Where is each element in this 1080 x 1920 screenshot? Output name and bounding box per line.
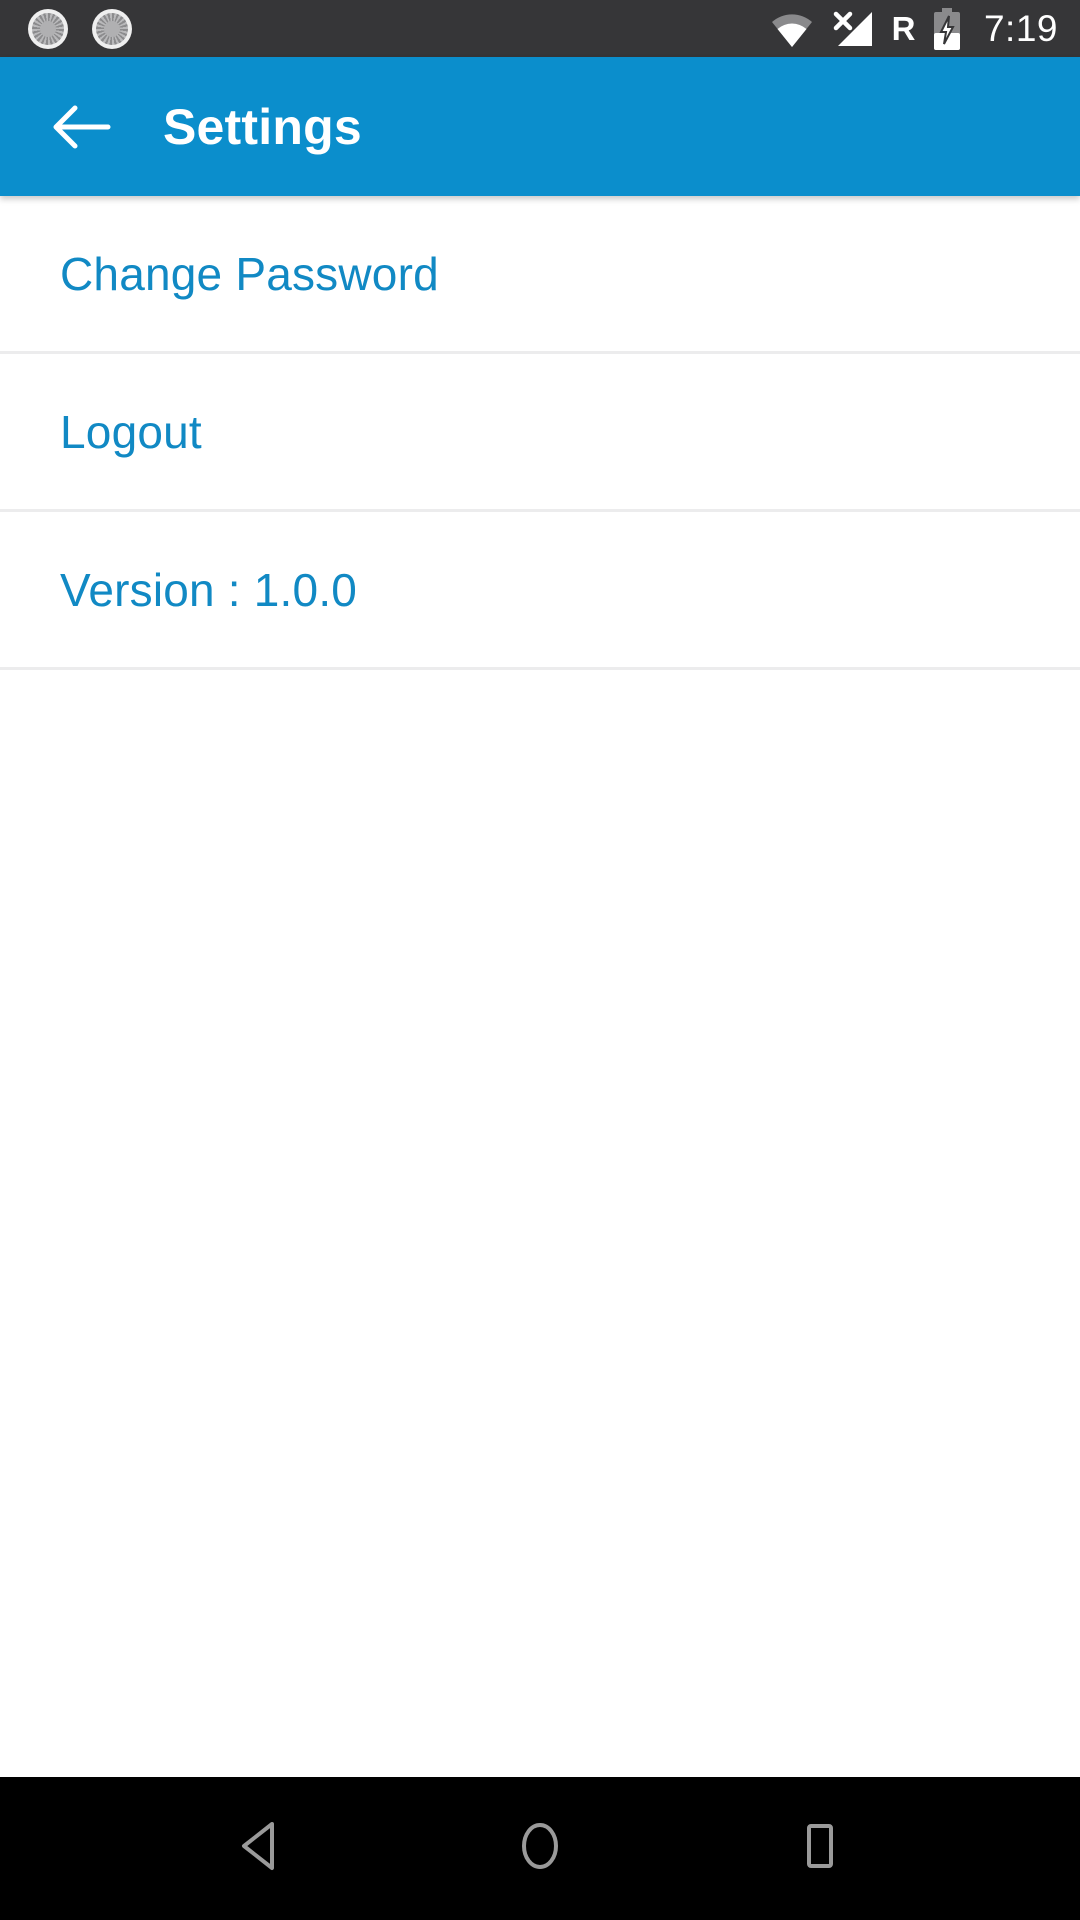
cellular-no-signal-icon bbox=[830, 8, 876, 50]
status-bar: R 7:19 bbox=[0, 0, 1080, 57]
system-navigation-bar bbox=[0, 1777, 1080, 1920]
list-item-logout[interactable]: Logout bbox=[0, 354, 1080, 509]
phone-screen: R 7:19 Settings Change Password Logout V… bbox=[0, 0, 1080, 1920]
nav-recents-square-icon bbox=[794, 1818, 846, 1879]
nav-home-circle-icon bbox=[514, 1818, 566, 1879]
nav-back-triangle-icon bbox=[234, 1818, 286, 1879]
nav-home-button[interactable] bbox=[485, 1794, 595, 1904]
nav-recents-button[interactable] bbox=[765, 1794, 875, 1904]
page-title: Settings bbox=[163, 98, 362, 155]
roaming-indicator: R bbox=[891, 10, 916, 47]
sync-spinner-icon bbox=[26, 7, 70, 51]
status-bar-notifications bbox=[26, 7, 134, 51]
wifi-partial-icon bbox=[770, 9, 814, 49]
status-bar-indicators: R 7:19 bbox=[770, 7, 1058, 50]
battery-charging-icon bbox=[932, 7, 962, 50]
back-arrow-icon[interactable] bbox=[50, 95, 114, 159]
sync-spinner-icon bbox=[90, 7, 134, 51]
list-item-label: Change Password bbox=[60, 247, 439, 300]
settings-list: Change Password Logout Version : 1.0.0 bbox=[0, 196, 1080, 670]
nav-back-button[interactable] bbox=[205, 1794, 315, 1904]
app-bar: Settings bbox=[0, 57, 1080, 196]
list-item-version[interactable]: Version : 1.0.0 bbox=[0, 512, 1080, 667]
list-item-change-password[interactable]: Change Password bbox=[0, 196, 1080, 351]
list-item-label: Version : 1.0.0 bbox=[60, 563, 358, 616]
list-divider bbox=[0, 667, 1080, 670]
status-bar-clock: 7:19 bbox=[983, 8, 1058, 49]
list-item-label: Logout bbox=[60, 405, 202, 458]
